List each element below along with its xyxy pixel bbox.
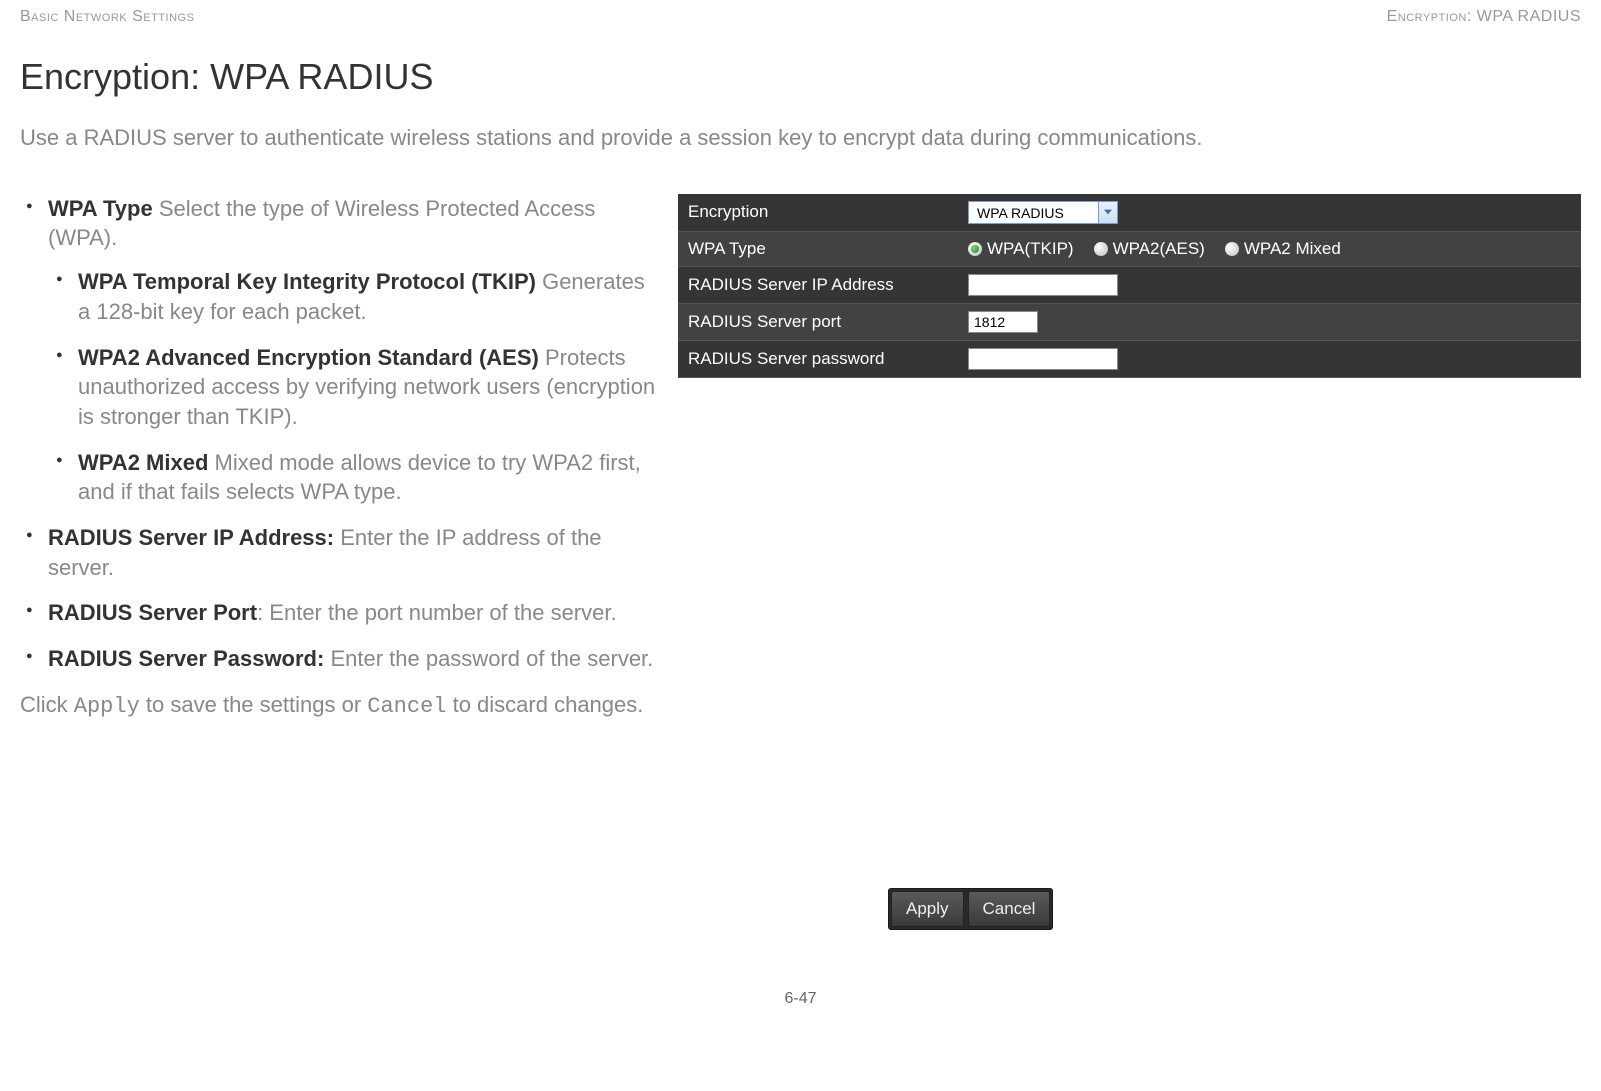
label-encryption: Encryption bbox=[678, 194, 958, 232]
label-radius-password: RADIUS Server password bbox=[678, 340, 958, 377]
header-left: Basic Network Settings bbox=[20, 8, 194, 26]
closing-pre: Click bbox=[20, 692, 74, 717]
settings-column: Encryption WPA RADIUS WPA Type bbox=[678, 194, 1581, 930]
term-radius-ip: RADIUS Server IP Address: bbox=[48, 525, 334, 550]
bullet-radius-port: RADIUS Server Port: Enter the port numbe… bbox=[48, 598, 658, 628]
label-radius-port: RADIUS Server port bbox=[678, 303, 958, 340]
bullet-wpa-type: WPA Type Select the type of Wireless Pro… bbox=[48, 194, 658, 507]
row-wpa-type: WPA Type WPA(TKIP) WPA2(AES) bbox=[678, 231, 1581, 266]
sub-bullet-aes: WPA2 Advanced Encryption Standard (AES) … bbox=[78, 343, 658, 432]
row-radius-password: RADIUS Server password bbox=[678, 340, 1581, 377]
closing-post: to discard changes. bbox=[446, 692, 643, 717]
row-radius-port: RADIUS Server port bbox=[678, 303, 1581, 340]
row-encryption: Encryption WPA RADIUS bbox=[678, 194, 1581, 232]
encryption-select[interactable]: WPA RADIUS bbox=[968, 201, 1118, 224]
radio-icon bbox=[1225, 242, 1239, 256]
apply-button[interactable]: Apply bbox=[891, 891, 964, 927]
closing-cancel: Cancel bbox=[367, 694, 446, 719]
bullet-radius-password: RADIUS Server Password: Enter the passwo… bbox=[48, 644, 658, 674]
page-number: 6-47 bbox=[20, 990, 1581, 1008]
closing-mid: to save the settings or bbox=[140, 692, 367, 717]
radio-icon bbox=[968, 242, 982, 256]
row-radius-ip: RADIUS Server IP Address bbox=[678, 266, 1581, 303]
bullet-radius-ip: RADIUS Server IP Address: Enter the IP a… bbox=[48, 523, 658, 582]
label-wpa-type: WPA Type bbox=[678, 231, 958, 266]
desc-radius-password: Enter the password of the server. bbox=[324, 646, 653, 671]
settings-panel: Encryption WPA RADIUS WPA Type bbox=[678, 194, 1581, 378]
label-radius-ip: RADIUS Server IP Address bbox=[678, 266, 958, 303]
radio-icon bbox=[1094, 242, 1108, 256]
radio-label-mixed: WPA2 Mixed bbox=[1244, 239, 1341, 259]
sub-bullet-mixed: WPA2 Mixed Mixed mode allows device to t… bbox=[78, 448, 658, 507]
desc-radius-port: : Enter the port number of the server. bbox=[257, 600, 617, 625]
page-header: Basic Network Settings Encryption: WPA R… bbox=[20, 8, 1581, 26]
button-bar: Apply Cancel bbox=[888, 888, 1053, 930]
term-aes: WPA2 Advanced Encryption Standard (AES) bbox=[78, 345, 539, 370]
term-mixed: WPA2 Mixed bbox=[78, 450, 208, 475]
term-wpa-type: WPA Type bbox=[48, 196, 153, 221]
encryption-select-value: WPA RADIUS bbox=[968, 201, 1098, 224]
page-title: Encryption: WPA RADIUS bbox=[20, 56, 1581, 98]
term-radius-port: RADIUS Server Port bbox=[48, 600, 257, 625]
wpa-type-radio-group: WPA(TKIP) WPA2(AES) WPA2 Mixed bbox=[968, 239, 1571, 259]
radio-wpa-tkip[interactable]: WPA(TKIP) bbox=[968, 239, 1074, 259]
closing-text: Click Apply to save the settings or Canc… bbox=[20, 690, 658, 722]
radius-port-input[interactable] bbox=[968, 311, 1038, 333]
radio-wpa2-mixed[interactable]: WPA2 Mixed bbox=[1225, 239, 1341, 259]
term-radius-password: RADIUS Server Password: bbox=[48, 646, 324, 671]
header-right: Encryption: WPA RADIUS bbox=[1387, 8, 1581, 26]
radio-label-aes: WPA2(AES) bbox=[1113, 239, 1205, 259]
closing-apply: Apply bbox=[74, 694, 140, 719]
cancel-button[interactable]: Cancel bbox=[968, 891, 1051, 927]
radius-ip-input[interactable] bbox=[968, 274, 1118, 296]
radio-label-tkip: WPA(TKIP) bbox=[987, 239, 1074, 259]
radius-password-input[interactable] bbox=[968, 348, 1118, 370]
term-tkip: WPA Temporal Key Integrity Protocol (TKI… bbox=[78, 269, 536, 294]
chevron-down-icon bbox=[1098, 201, 1118, 224]
radio-wpa2-aes[interactable]: WPA2(AES) bbox=[1094, 239, 1205, 259]
description-column: WPA Type Select the type of Wireless Pro… bbox=[20, 194, 658, 930]
sub-bullet-tkip: WPA Temporal Key Integrity Protocol (TKI… bbox=[78, 267, 658, 326]
intro-text: Use a RADIUS server to authenticate wire… bbox=[20, 123, 1581, 154]
